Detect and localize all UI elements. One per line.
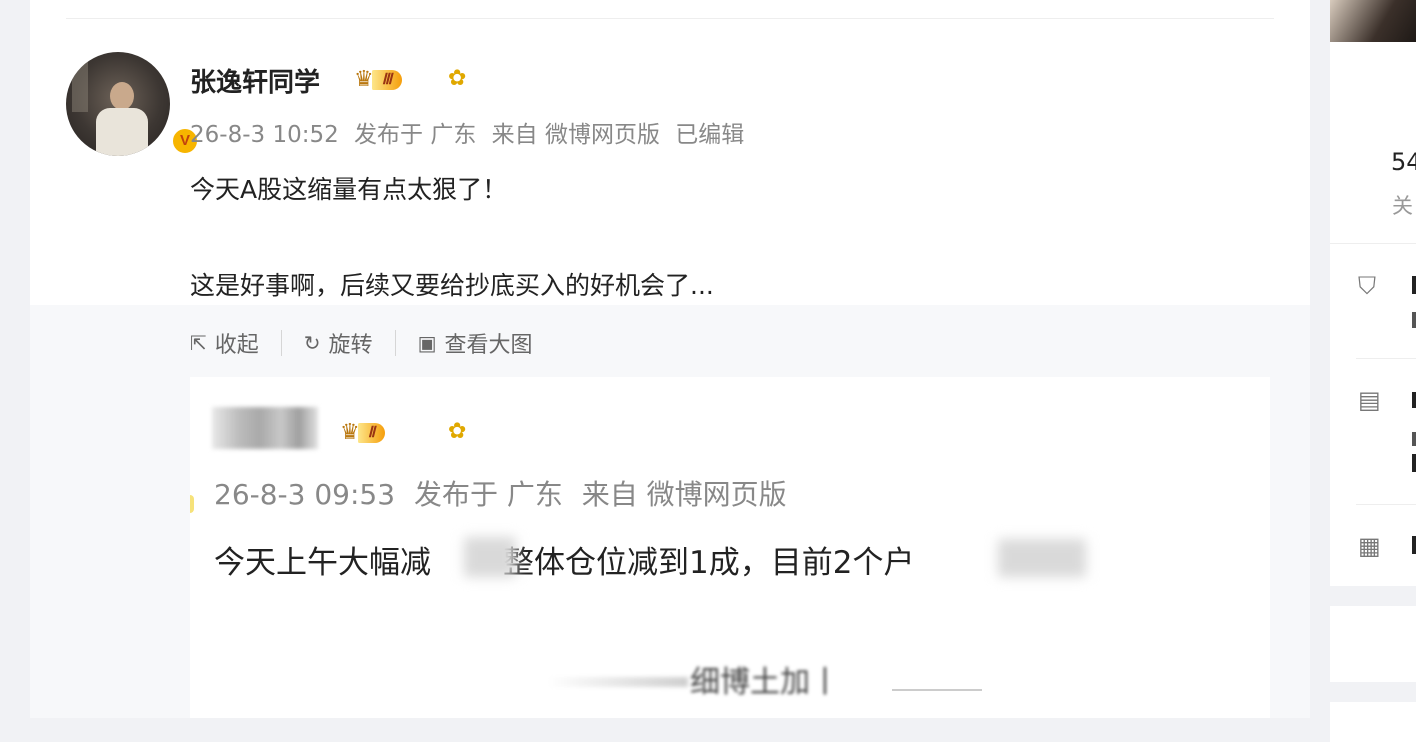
avatar-person-body <box>96 108 148 156</box>
quoted-text-part: 今天上午大幅减 <box>214 545 431 581</box>
decoration <box>190 495 194 513</box>
quoted-post-location: 发布于 广东 <box>413 478 563 511</box>
post-text-line: 这是好事啊，后续又要给抄底买入的好机会了... <box>190 271 714 300</box>
avatar[interactable] <box>66 52 170 156</box>
divider <box>66 18 1274 19</box>
view-large-button[interactable]: ▣ 查看大图 <box>418 327 533 359</box>
quoted-text-part: 整体仓位减到1成，目前2个户 <box>503 545 915 581</box>
view-large-label: 查看大图 <box>444 333 533 358</box>
follow-count[interactable]: 54 <box>1391 148 1416 176</box>
blurred-username <box>212 407 318 449</box>
image-icon: ▣ <box>417 331 437 355</box>
follow-label: 关 <box>1392 194 1413 218</box>
shield-icon: ⛉ <box>1358 272 1376 300</box>
media-action-bar: ⇱ 收起 ↻ 旋转 ▣ 查看大图 <box>190 327 532 359</box>
divider <box>1356 504 1416 505</box>
blurred-text <box>998 539 1086 577</box>
document-icon: ▤ <box>1358 386 1381 414</box>
clipped-text <box>1412 536 1416 554</box>
divider <box>1330 243 1416 244</box>
clipboard-icon: ▦ <box>1358 532 1381 560</box>
post-source: 来自 微博网页版 <box>491 122 660 148</box>
watermark-text: 细博土加丨 <box>690 665 840 700</box>
media-area: ⇱ 收起 ↻ 旋转 ▣ 查看大图 ♛ Ⅱ ✿ 26-8-3 09:53 发布于 … <box>30 305 1310 718</box>
crown-level-badge[interactable]: ♛ Ⅲ <box>354 67 403 92</box>
divider <box>280 330 282 356</box>
blurred-text <box>464 537 516 577</box>
side-card <box>1330 606 1416 682</box>
crown-icon: ♛ <box>354 67 374 92</box>
avatar-background <box>72 62 88 112</box>
profile-side-card: 54 关 ⛉ ▤ ▦ <box>1330 0 1416 586</box>
post-edited[interactable]: 已编辑 <box>675 122 744 148</box>
embedded-screenshot-image[interactable]: ♛ Ⅱ ✿ 26-8-3 09:53 发布于 广东 来自 微博网页版 今天上午大… <box>190 377 1270 718</box>
side-card <box>1330 702 1416 742</box>
rotate-button[interactable]: ↻ 旋转 <box>304 327 373 359</box>
collapse-button[interactable]: ⇱ 收起 <box>190 327 259 359</box>
post-time[interactable]: 26-8-3 10:52 <box>190 122 339 148</box>
profile-cover-image <box>1330 0 1416 42</box>
divider <box>394 330 396 356</box>
collapse-icon: ⇱ <box>190 331 207 355</box>
post-text-line: 今天A股这缩量有点太狠了！ <box>190 175 508 204</box>
post-meta: 26-8-3 10:52 发布于 广东 来自 微博网页版 已编辑 <box>190 115 752 149</box>
clipped-text <box>1412 276 1416 294</box>
quoted-post-time: 26-8-3 09:53 <box>214 478 396 511</box>
clipped-text <box>1412 432 1416 446</box>
watermark-decoration <box>892 689 982 691</box>
rotate-icon: ↻ <box>303 331 321 355</box>
clipped-text <box>1412 392 1416 408</box>
watermark-decoration <box>548 677 688 687</box>
collapse-label: 收起 <box>214 333 259 358</box>
crown-icon: ♛ <box>340 420 360 445</box>
username[interactable]: 张逸轩同学 <box>190 62 320 99</box>
post-location: 发布于 广东 <box>354 122 477 148</box>
clipped-text <box>1412 312 1416 328</box>
clipped-text <box>1412 454 1416 472</box>
weibo-post-card: V 张逸轩同学 ♛ Ⅲ ✿ 26-8-3 10:52 发布于 广东 来自 微博网… <box>30 0 1310 718</box>
quoted-post-text: 今天上午大幅减 整体仓位减到1成，目前2个户 <box>214 537 914 582</box>
sunflower-icon: ✿ <box>448 419 467 444</box>
divider <box>1356 358 1416 359</box>
quoted-post-meta: 26-8-3 09:53 发布于 广东 来自 微博网页版 <box>214 473 797 513</box>
quoted-post-source: 来自 微博网页版 <box>581 478 787 511</box>
crown-level-badge: ♛ Ⅱ <box>340 420 386 445</box>
crown-level-text: Ⅱ <box>357 423 386 443</box>
rotate-label: 旋转 <box>328 333 373 358</box>
avatar-person <box>110 82 134 110</box>
crown-level-text: Ⅲ <box>371 70 403 90</box>
sunflower-icon[interactable]: ✿ <box>448 66 466 91</box>
